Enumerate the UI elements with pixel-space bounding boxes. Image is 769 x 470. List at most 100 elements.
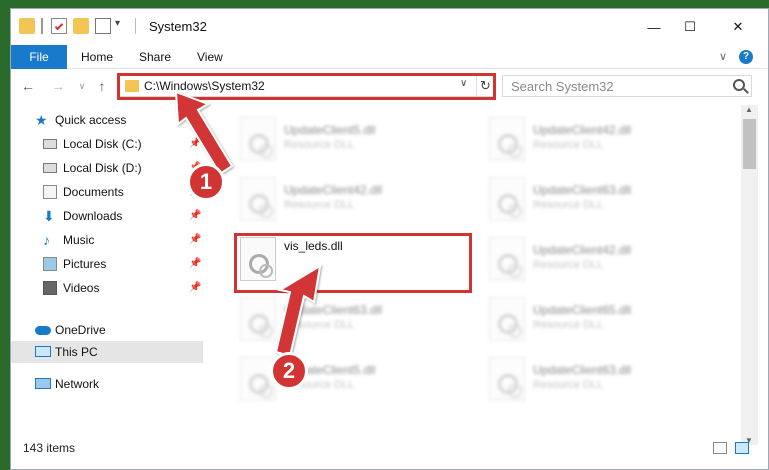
address-dropdown-icon[interactable]: ∨ xyxy=(460,78,467,89)
sidebar-item-quick-access[interactable]: ★ Quick access xyxy=(11,109,203,131)
large-icons-view-icon[interactable] xyxy=(735,442,749,454)
separator xyxy=(41,18,43,34)
pin-icon[interactable]: 📌 xyxy=(189,133,201,155)
scrollbar-thumb[interactable] xyxy=(743,119,756,169)
sidebar-item-label: Downloads xyxy=(63,209,123,223)
sidebar-item-label: Local Disk (C:) xyxy=(63,137,142,151)
sidebar-item-local-disk-d[interactable]: Local Disk (D:) 📌 xyxy=(11,157,203,179)
sidebar-item-documents[interactable]: Documents 📌 xyxy=(11,181,203,203)
sidebar-item-label: Network xyxy=(55,377,100,391)
sidebar-item-downloads[interactable]: ⬇ Downloads 📌 xyxy=(11,205,203,227)
pictures-icon xyxy=(43,257,57,271)
file-item[interactable]: UpdateClient65.dll Resource DLL xyxy=(481,295,721,351)
status-bar: 143 items xyxy=(11,439,768,467)
step-badge-1: 1 xyxy=(187,163,225,201)
vertical-scrollbar[interactable]: ▲ ▼ xyxy=(741,105,758,445)
sidebar-item-label: Documents xyxy=(63,185,124,199)
file-type: Resource DLL xyxy=(533,259,604,271)
dll-file-icon xyxy=(489,357,525,401)
navigation-pane: ★ Quick access Local Disk (C:) 📌 Local D… xyxy=(11,105,207,435)
dll-file-icon xyxy=(240,237,276,281)
folder-icon xyxy=(19,18,35,34)
file-type: Resource DLL xyxy=(533,379,604,391)
file-type: Resource DLL xyxy=(284,319,355,331)
address-text[interactable]: C:\Windows\System32 xyxy=(144,79,265,93)
drive-icon xyxy=(43,163,57,173)
file-item[interactable]: UpdateClient42.dll Resource DLL xyxy=(232,175,472,231)
tab-view[interactable]: View xyxy=(197,45,223,69)
search-input[interactable]: Search System32 xyxy=(502,75,752,97)
file-name: UpdateClient42.dll xyxy=(533,243,632,257)
tab-file[interactable]: File xyxy=(11,45,67,69)
ribbon-tabs: File Home Share View ∨ ? xyxy=(11,45,768,69)
file-type: Resource DLL xyxy=(533,319,604,331)
file-type: Resource DLL xyxy=(533,199,604,211)
search-icon xyxy=(733,79,745,91)
dll-file-icon xyxy=(489,117,525,161)
file-name: UpdateClient42.dll xyxy=(284,183,383,197)
back-arrow-icon[interactable]: ← xyxy=(19,77,37,95)
pin-icon[interactable]: 📌 xyxy=(189,205,201,227)
dll-file-icon xyxy=(240,117,276,161)
dll-file-icon xyxy=(489,177,525,221)
cloud-icon xyxy=(35,326,51,335)
sidebar-item-label: Music xyxy=(63,233,95,247)
file-name: UpdateClient63.dll xyxy=(533,183,632,197)
file-item[interactable]: UpdateClient5.dll Resource DLL xyxy=(232,355,472,411)
pin-icon[interactable]: 📌 xyxy=(189,229,201,251)
refresh-button[interactable]: ↻ xyxy=(476,76,494,96)
file-item[interactable]: UpdateClient63.dll Resource DLL xyxy=(481,355,721,411)
file-item[interactable]: UpdateClient63.dll Resource DLL xyxy=(481,175,721,231)
file-item[interactable]: UpdateClient5.dll Resource DLL xyxy=(232,115,472,171)
file-item-vis-leds[interactable]: vis_leds.dll xyxy=(232,235,472,291)
drive-icon xyxy=(43,139,57,149)
recent-dropdown-icon[interactable]: ∨ xyxy=(73,77,91,95)
dll-file-icon xyxy=(489,237,525,281)
navigation-bar: ← → ∨ ↑ C:\Windows\System32 ∨ ↻ Search S… xyxy=(11,69,768,103)
sidebar-item-videos[interactable]: Videos 📌 xyxy=(11,277,203,299)
download-icon: ⬇ xyxy=(43,208,55,224)
help-icon[interactable]: ? xyxy=(739,50,753,64)
file-type: Resource DLL xyxy=(284,199,355,211)
sidebar-item-label: This PC xyxy=(55,345,98,359)
title-bar: ▾ System32 — ☐ ✕ xyxy=(11,9,768,45)
tab-home[interactable]: Home xyxy=(81,45,113,69)
customize-dropdown-icon[interactable]: ▾ xyxy=(115,18,125,34)
file-name: UpdateClient63.dll xyxy=(533,363,632,377)
explorer-window: ▾ System32 — ☐ ✕ File Home Share View ∨ … xyxy=(10,8,769,470)
up-arrow-icon[interactable]: ↑ xyxy=(93,77,111,95)
address-bar[interactable]: C:\Windows\System32 ∨ ↻ xyxy=(119,75,494,97)
sidebar-item-local-disk-c[interactable]: Local Disk (C:) 📌 xyxy=(11,133,203,155)
view-icon[interactable] xyxy=(95,18,111,34)
sidebar-item-label: Local Disk (D:) xyxy=(63,161,142,175)
sidebar-item-pictures[interactable]: Pictures 📌 xyxy=(11,253,203,275)
details-view-icon[interactable] xyxy=(713,442,727,454)
search-placeholder: Search System32 xyxy=(511,79,614,94)
file-item[interactable]: UpdateClient63.dll Resource DLL xyxy=(232,295,472,351)
expand-ribbon-button[interactable]: ∨ xyxy=(719,45,727,69)
file-item[interactable]: UpdateClient42.dll Resource DLL xyxy=(481,115,721,171)
pin-icon[interactable]: 📌 xyxy=(189,277,201,299)
sidebar-item-network[interactable]: Network xyxy=(11,373,203,395)
star-icon: ★ xyxy=(35,112,48,128)
sidebar-item-music[interactable]: ♪ Music 📌 xyxy=(11,229,203,251)
properties-icon[interactable] xyxy=(51,18,67,34)
file-name: UpdateClient42.dll xyxy=(533,123,632,137)
close-button[interactable]: ✕ xyxy=(723,15,753,39)
sidebar-item-this-pc[interactable]: This PC xyxy=(11,341,203,363)
sidebar-item-onedrive[interactable]: OneDrive xyxy=(11,319,203,341)
dll-file-icon xyxy=(240,297,276,341)
scroll-up-icon[interactable]: ▲ xyxy=(745,105,753,114)
minimize-button[interactable]: — xyxy=(639,15,669,39)
file-item[interactable]: UpdateClient42.dll Resource DLL xyxy=(481,235,721,291)
step-badge-2: 2 xyxy=(270,352,308,390)
pin-icon[interactable]: 📌 xyxy=(189,253,201,275)
tab-share[interactable]: Share xyxy=(139,45,171,69)
computer-icon xyxy=(35,346,51,357)
maximize-button[interactable]: ☐ xyxy=(675,15,705,39)
music-icon: ♪ xyxy=(43,232,50,248)
separator xyxy=(135,18,136,34)
item-count: 143 items xyxy=(23,441,76,455)
new-folder-icon[interactable] xyxy=(73,18,89,34)
forward-arrow-icon[interactable]: → xyxy=(49,77,67,95)
